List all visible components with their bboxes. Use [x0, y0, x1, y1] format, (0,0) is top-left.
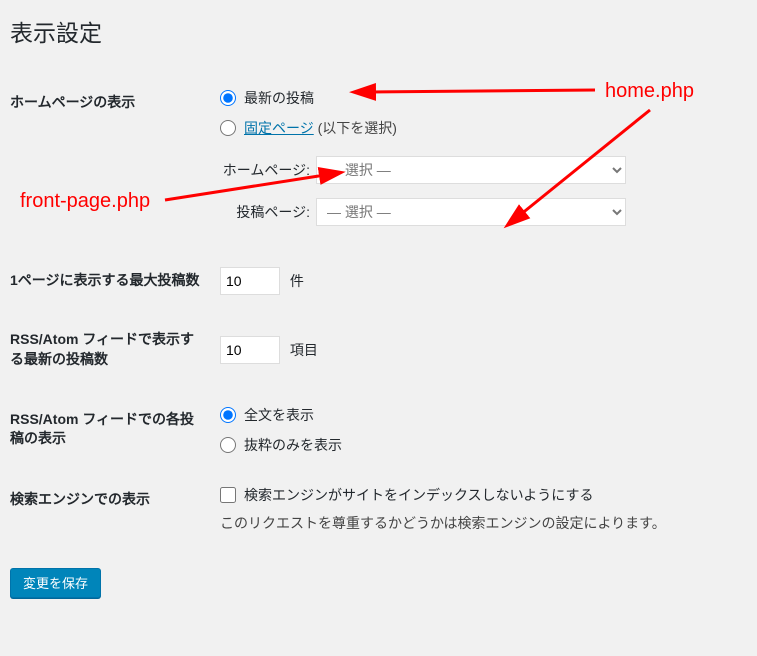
radio-latest-posts-label: 最新の投稿 — [244, 88, 314, 108]
homepage-select[interactable]: — 選択 — — [316, 156, 626, 184]
rss-display-label: RSS/Atom フィードでの各投稿の表示 — [10, 390, 210, 470]
search-engine-label: 検索エンジンでの表示 — [10, 470, 210, 548]
settings-form-table: ホームページの表示 最新の投稿 固定ページ (以下を選択) ホー — [10, 73, 737, 548]
search-engine-checkbox[interactable] — [220, 487, 236, 503]
radio-rss-full[interactable] — [220, 407, 236, 423]
homepage-display-label: ホームページの表示 — [10, 73, 210, 251]
posts-per-page-label: 1ページに表示する最大投稿数 — [10, 251, 210, 311]
radio-rss-excerpt-label: 抜粋のみを表示 — [244, 435, 342, 455]
rss-posts-label: RSS/Atom フィードで表示する最新の投稿数 — [10, 310, 210, 389]
posts-page-select-label: 投稿ページ: — [220, 202, 310, 222]
search-engine-checkbox-label: 検索エンジンがサイトをインデックスしないようにする — [244, 485, 593, 505]
static-page-link[interactable]: 固定ページ — [244, 120, 314, 136]
radio-static-page-label: 固定ページ (以下を選択) — [244, 118, 397, 138]
search-engine-desc: このリクエストを尊重するかどうかは検索エンジンの設定によります。 — [220, 513, 727, 533]
static-page-suffix: (以下を選択) — [318, 120, 397, 136]
radio-latest-posts[interactable] — [220, 90, 236, 106]
posts-page-select[interactable]: — 選択 — — [316, 198, 626, 226]
page-title: 表示設定 — [10, 10, 737, 53]
homepage-select-label: ホームページ: — [220, 160, 310, 180]
radio-rss-full-label: 全文を表示 — [244, 405, 314, 425]
rss-posts-unit: 項目 — [290, 342, 318, 358]
radio-static-page[interactable] — [220, 120, 236, 136]
save-button[interactable]: 変更を保存 — [10, 568, 101, 598]
posts-per-page-unit: 件 — [290, 273, 304, 289]
rss-posts-input[interactable] — [220, 336, 280, 364]
posts-per-page-input[interactable] — [220, 267, 280, 295]
radio-rss-excerpt[interactable] — [220, 437, 236, 453]
